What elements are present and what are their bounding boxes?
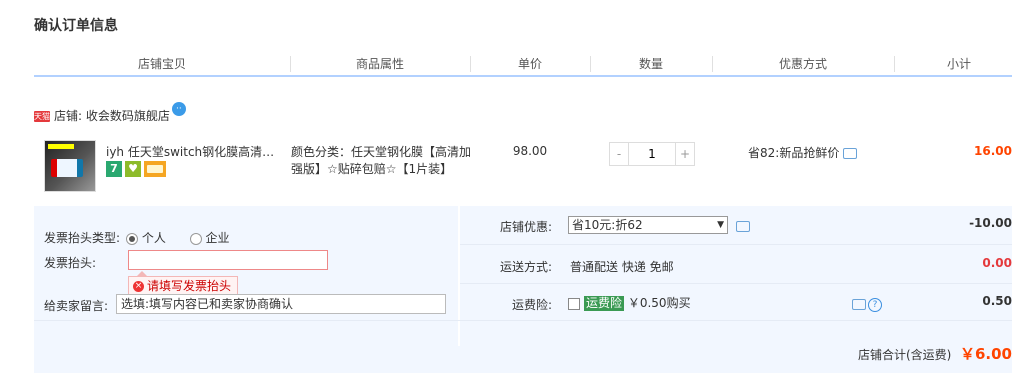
decrease-quantity-button[interactable]: - (609, 142, 629, 166)
tmall-logo-icon: 天猫 (34, 111, 50, 122)
shop-discount-value: -10.00 (969, 216, 1012, 230)
invoice-personal-radio[interactable] (125, 232, 138, 245)
item-subtotal: 16.00 (974, 144, 1012, 158)
thumbnail-screen-decoration (51, 159, 83, 177)
invoice-type-label: 发票抬头类型: (44, 231, 121, 245)
message-label: 给卖家留言: (44, 299, 109, 313)
column-header-quantity: 数量 (638, 57, 663, 71)
product-attributes: 颜色分类：任天堂钢化膜【高清加 强版】☆贴碎包赔☆【1片装】 (291, 144, 471, 178)
quantity-stepper: - + (609, 142, 695, 166)
shop-discount-select[interactable]: 省10元:折62 ▼ (568, 216, 728, 234)
insurance-row: 运费险 ￥0.50购买 (568, 294, 691, 311)
invoice-title-error-tooltip: × 请填写发票抬头 (128, 271, 239, 296)
invoice-personal-label[interactable]: 个人 (142, 231, 166, 245)
insurance-description: ￥0.50购买 (627, 296, 691, 310)
insurance-label: 运费险: (512, 298, 553, 312)
discount-text: 省82:新品抢鲜价 (748, 146, 840, 160)
insurance-checkbox[interactable] (568, 297, 580, 310)
shop-total-label: 店铺合计(含运费) (858, 348, 952, 362)
unit-price: 98.00 (512, 144, 548, 158)
divider (460, 283, 1012, 284)
column-header-unit-price: 单价 (517, 57, 542, 71)
wangwang-chat-icon[interactable]: ·· (171, 102, 186, 116)
shipping-method: 普通配送 快递 免邮 (570, 260, 674, 274)
service-badges: 7 ♥ (106, 161, 169, 177)
error-icon: × (133, 281, 144, 292)
header-underline (34, 75, 1012, 77)
divider (460, 244, 1012, 245)
invoice-title-error-text: 请填写发票抬头 (147, 279, 232, 293)
invoice-message-panel (34, 206, 458, 346)
shop-discount-label: 店铺优惠: (500, 220, 553, 234)
shop-row: 天猫 店铺: 收会数码旗舰店 ·· (34, 102, 186, 126)
column-header-subtotal: 小计 (946, 57, 971, 71)
insurance-help-row: ? (848, 297, 882, 312)
divider (34, 320, 1012, 321)
insurance-tag: 运费险 (584, 296, 625, 311)
shop-discount-selected: 省10元:折62 (572, 218, 643, 232)
insurance-value: 0.50 (982, 294, 1012, 308)
shipping-label: 运送方式: (500, 260, 553, 274)
help-icon[interactable]: ? (868, 297, 882, 312)
shipping-value: 0.00 (982, 256, 1012, 270)
invoice-company-radio[interactable] (189, 232, 202, 245)
message-to-seller-input[interactable]: 选填:填写内容已和卖家协商确认 (116, 294, 446, 314)
message-icon[interactable] (736, 221, 750, 232)
column-header-discount: 优惠方式 (778, 57, 827, 71)
message-icon[interactable] (843, 148, 858, 159)
invoice-title-input[interactable] (128, 250, 328, 270)
product-title-link[interactable]: iyh 任天堂switch钢化膜高清防… (106, 144, 282, 160)
shop-label: 店铺: (54, 109, 83, 123)
thumbnail-label-decoration (48, 144, 74, 149)
invoice-company-label[interactable]: 企业 (206, 231, 230, 245)
dropdown-arrow-icon: ▼ (717, 220, 724, 230)
attribute-line: 强版】☆贴碎包赔☆【1片装】 (291, 162, 453, 176)
column-header-shop-item: 店铺宝贝 (137, 57, 186, 71)
invoice-title-label: 发票抬头: (44, 256, 97, 270)
message-icon[interactable] (852, 299, 866, 310)
quantity-input[interactable] (629, 142, 675, 166)
product-thumbnail[interactable] (44, 140, 96, 192)
credit-card-icon[interactable] (144, 161, 166, 177)
discount-message-row (732, 219, 750, 233)
seven-day-return-icon[interactable]: 7 (106, 161, 122, 177)
attribute-line: 颜色分类：任天堂钢化膜【高清加 (291, 145, 472, 159)
shop-name-link[interactable]: 收会数码旗舰店 (86, 109, 170, 123)
invoice-type-row: 发票抬头类型: 个人 企业 (44, 229, 230, 246)
shop-total-value: ￥6.00 (959, 345, 1012, 363)
genuine-guarantee-icon[interactable]: ♥ (125, 161, 141, 177)
discount-method: 省82:新品抢鲜价 (748, 144, 858, 161)
page-title: 确认订单信息 (34, 18, 118, 34)
column-header-attributes: 商品属性 (355, 57, 404, 71)
increase-quantity-button[interactable]: + (675, 142, 695, 166)
